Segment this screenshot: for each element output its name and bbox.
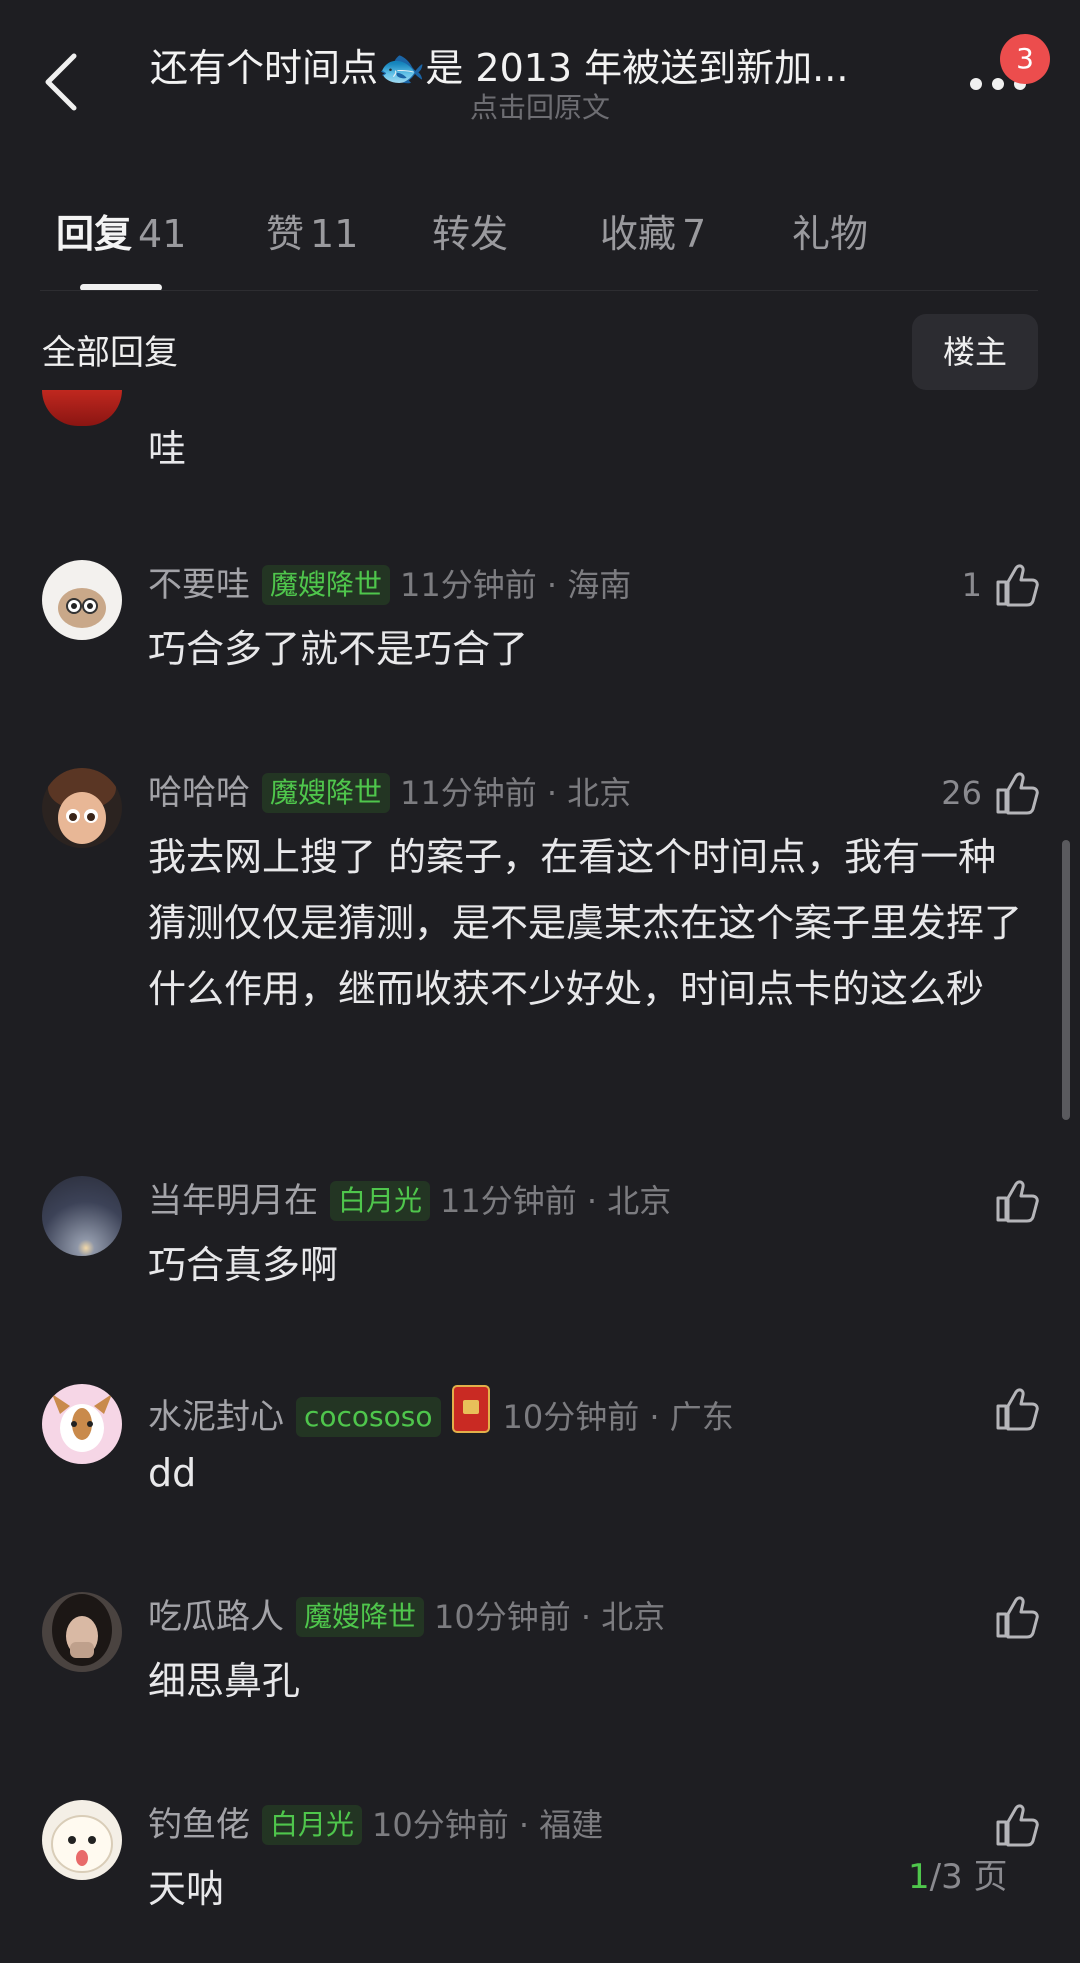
- divider: [40, 290, 1038, 291]
- fan-badge: cocososo: [296, 1397, 441, 1437]
- avatar[interactable]: [42, 560, 122, 640]
- current-page: 1: [908, 1857, 930, 1897]
- tab-label: 转发: [432, 212, 509, 256]
- scrollbar[interactable]: [1062, 840, 1070, 1120]
- comment-meta: 哈哈哈 魔嫂降世 11分钟前 · 北京: [148, 768, 631, 818]
- thumbs-up-icon[interactable]: [994, 770, 1040, 816]
- tab-replies[interactable]: 回复 41: [56, 206, 186, 262]
- owner-only-button[interactable]: 楼主: [912, 314, 1038, 390]
- comment-meta: 不要哇 魔嫂降世 11分钟前 · 海南: [148, 560, 631, 610]
- tab-likes[interactable]: 赞 11: [266, 206, 358, 262]
- tab-label: 收藏: [600, 212, 677, 256]
- comment-meta: 吃瓜路人 魔嫂降世 10分钟前 · 北京: [148, 1592, 665, 1642]
- like-count: 1: [961, 566, 982, 604]
- tab-count: 41: [138, 212, 187, 256]
- tab-favorites[interactable]: 收藏 7: [600, 206, 706, 262]
- fan-badge: 白月光: [262, 1805, 363, 1845]
- comment-meta: 水泥封心 cocososo 10分钟前 · 广东: [148, 1384, 734, 1437]
- comment-text: 我去网上搜了 的案子，在看这个时间点，我有一种猜测仅仅是猜测，是不是虞某杰在这个…: [148, 835, 1023, 1011]
- like-count: 26: [941, 774, 982, 812]
- username[interactable]: 不要哇: [148, 565, 250, 605]
- back-to-original-link[interactable]: 点击回原文: [0, 88, 1080, 128]
- username[interactable]: 吃瓜路人: [148, 1597, 284, 1637]
- username[interactable]: 当年明月在: [148, 1181, 318, 1221]
- tab-count: 7: [682, 212, 707, 256]
- avatar[interactable]: [42, 1592, 122, 1672]
- notification-badge: 3: [1000, 34, 1050, 84]
- avatar[interactable]: [42, 390, 122, 426]
- tab-label: 赞: [266, 212, 305, 256]
- comment-text: 巧合多了就不是巧合了: [148, 627, 529, 671]
- fan-badge: 魔嫂降世: [262, 565, 391, 605]
- total-pages: /3 页: [929, 1857, 1008, 1897]
- thumbs-up-icon[interactable]: [994, 562, 1040, 608]
- thumbs-up-icon[interactable]: [994, 1594, 1040, 1640]
- comment-meta: 钓鱼佬 白月光 10分钟前 · 福建: [148, 1800, 603, 1850]
- section-title: 全部回复: [42, 333, 178, 373]
- comment-text: dd: [148, 1451, 197, 1495]
- timestamp-location: 10分钟前 · 广东: [502, 1398, 734, 1436]
- comment-text: 细思鼻孔: [148, 1659, 301, 1703]
- avatar[interactable]: [42, 768, 122, 848]
- tab-gifts[interactable]: 礼物: [792, 206, 868, 262]
- avatar[interactable]: [42, 1384, 122, 1464]
- tab-count: 11: [310, 212, 359, 256]
- timestamp-location: 11分钟前 · 北京: [440, 1182, 672, 1220]
- avatar[interactable]: [42, 1176, 122, 1256]
- timestamp-location: 11分钟前 · 北京: [400, 774, 632, 812]
- comment-text: 巧合真多啊: [148, 1243, 339, 1287]
- username[interactable]: 哈哈哈: [148, 773, 250, 813]
- thumbs-up-icon[interactable]: [994, 1178, 1040, 1224]
- username[interactable]: 水泥封心: [148, 1397, 284, 1437]
- tab-label: 礼物: [792, 212, 869, 256]
- comment-meta: 当年明月在 白月光 11分钟前 · 北京: [148, 1176, 671, 1226]
- timestamp-location: 10分钟前 · 福建: [372, 1806, 604, 1844]
- fan-badge: 魔嫂降世: [262, 773, 391, 813]
- tab-label: 回复: [56, 212, 133, 256]
- thumbs-up-icon[interactable]: [994, 1802, 1040, 1848]
- comment-text: 哇: [148, 427, 187, 471]
- tab-reposts[interactable]: 转发: [432, 206, 508, 262]
- page-indicator[interactable]: 1/3 页: [908, 1852, 1008, 1902]
- username[interactable]: 钓鱼佬: [148, 1805, 250, 1845]
- timestamp-location: 11分钟前 · 海南: [400, 566, 632, 604]
- fan-badge: 白月光: [330, 1181, 431, 1221]
- thumbs-up-icon[interactable]: [994, 1386, 1040, 1432]
- timestamp-location: 10分钟前 · 北京: [434, 1598, 666, 1636]
- comment-text: 天呐: [148, 1867, 225, 1911]
- avatar[interactable]: [42, 1800, 122, 1880]
- fan-badge: 魔嫂降世: [296, 1597, 425, 1637]
- red-packet-icon: [451, 1385, 490, 1433]
